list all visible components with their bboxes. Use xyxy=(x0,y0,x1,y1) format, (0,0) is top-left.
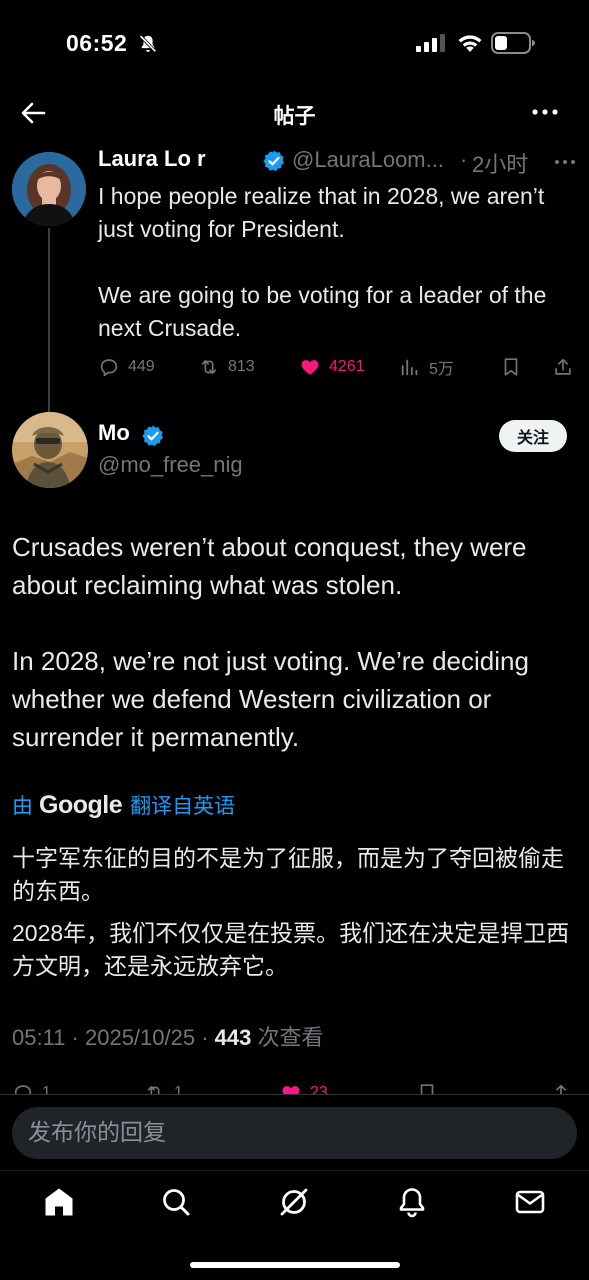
bell-muted-icon xyxy=(139,35,157,53)
like-count: 4261 xyxy=(329,358,365,375)
main-tweet-text: Crusades weren’t about conquest, they we… xyxy=(12,532,529,752)
search-icon[interactable] xyxy=(159,1185,193,1219)
translation-attribution[interactable]: 由 Google 翻译自英语 xyxy=(12,788,235,822)
translated-paragraph-1: 十字军东征的目的不是为了征服，而是为了夺回被偷走的东西。 xyxy=(12,845,564,904)
bookmark-button[interactable] xyxy=(500,352,522,382)
thread-line xyxy=(48,228,50,414)
retweet-count: 813 xyxy=(228,358,255,375)
views-button[interactable]: 5万 xyxy=(399,352,454,382)
parent-author-handle[interactable]: @LauraLoom... xyxy=(292,147,444,173)
mail-icon[interactable] xyxy=(513,1185,547,1219)
view-count-label: 次查看 xyxy=(251,1025,324,1050)
tweet-meta: 05:11 · 2025/10/25 · 443 次查看 xyxy=(12,1020,324,1052)
share-button[interactable] xyxy=(552,352,574,382)
more-icon[interactable] xyxy=(553,152,577,172)
status-bar: 06:52 xyxy=(0,0,589,86)
parent-tweet-header: Laura Lo r @LauraLoom... · 2小时 xyxy=(98,146,578,180)
battery-icon xyxy=(491,32,535,54)
parent-timestamp[interactable]: 2小时 xyxy=(472,147,528,179)
wifi-icon xyxy=(458,35,482,52)
like-button[interactable]: 4261 xyxy=(299,352,365,382)
views-count: 5万 xyxy=(429,361,454,378)
nav-header: 帖子 xyxy=(0,86,589,142)
reply-bar xyxy=(0,1094,589,1170)
parent-action-bar: 449 813 4261 5万 xyxy=(98,352,578,382)
post-date: 2025/10/25 xyxy=(84,1025,196,1050)
grok-icon[interactable] xyxy=(277,1185,311,1219)
view-count[interactable]: 443 xyxy=(215,1025,252,1050)
heart-icon xyxy=(301,360,319,375)
home-icon[interactable] xyxy=(42,1185,76,1219)
bookmark-icon xyxy=(504,358,518,376)
verified-icon xyxy=(263,150,284,172)
main-author-handle[interactable]: @mo_free_nig xyxy=(98,452,243,478)
views-icon xyxy=(401,359,418,376)
cellular-signal-icon xyxy=(416,34,445,52)
retweet-icon xyxy=(201,360,217,374)
google-logo: Google xyxy=(39,790,123,819)
soldier-portrait-icon xyxy=(12,412,88,488)
parent-avatar[interactable] xyxy=(12,152,86,226)
reply-icon xyxy=(100,359,118,377)
home-indicator xyxy=(190,1262,400,1268)
main-avatar[interactable] xyxy=(12,412,88,488)
status-time: 06:52 xyxy=(66,30,128,56)
translation-source-label: 翻译自英语 xyxy=(130,795,236,818)
main-action-bar: 1 1 23 xyxy=(12,1076,582,1096)
reply-count: 449 xyxy=(128,358,155,375)
main-author-name[interactable]: Mo xyxy=(98,420,130,446)
follow-button[interactable]: 关注 xyxy=(499,420,567,452)
more-icon[interactable] xyxy=(530,100,560,124)
bell-icon[interactable] xyxy=(395,1185,429,1219)
separator-dot: · xyxy=(460,147,468,172)
separator-dot: · xyxy=(65,1025,85,1050)
verified-icon xyxy=(142,425,163,447)
woman-portrait-icon xyxy=(12,152,86,226)
translated-paragraph-2: 2028年，我们不仅仅是在投票。我们还在决定是捍卫西方文明，还是永远放弃它。 xyxy=(12,920,570,979)
page-title: 帖子 xyxy=(273,105,316,128)
post-time: 05:11 xyxy=(12,1025,66,1050)
parent-author-name[interactable]: Laura Lo r xyxy=(98,146,206,172)
reply-input[interactable] xyxy=(12,1107,577,1159)
parent-tweet-text: I hope people realize that in 2028, we a… xyxy=(98,183,547,341)
reply-button[interactable]: 449 xyxy=(98,352,155,382)
retweet-button[interactable]: 813 xyxy=(198,352,255,382)
translation-prefix: 由 xyxy=(12,795,33,818)
share-icon xyxy=(555,358,571,375)
separator-dot: · xyxy=(195,1025,215,1050)
